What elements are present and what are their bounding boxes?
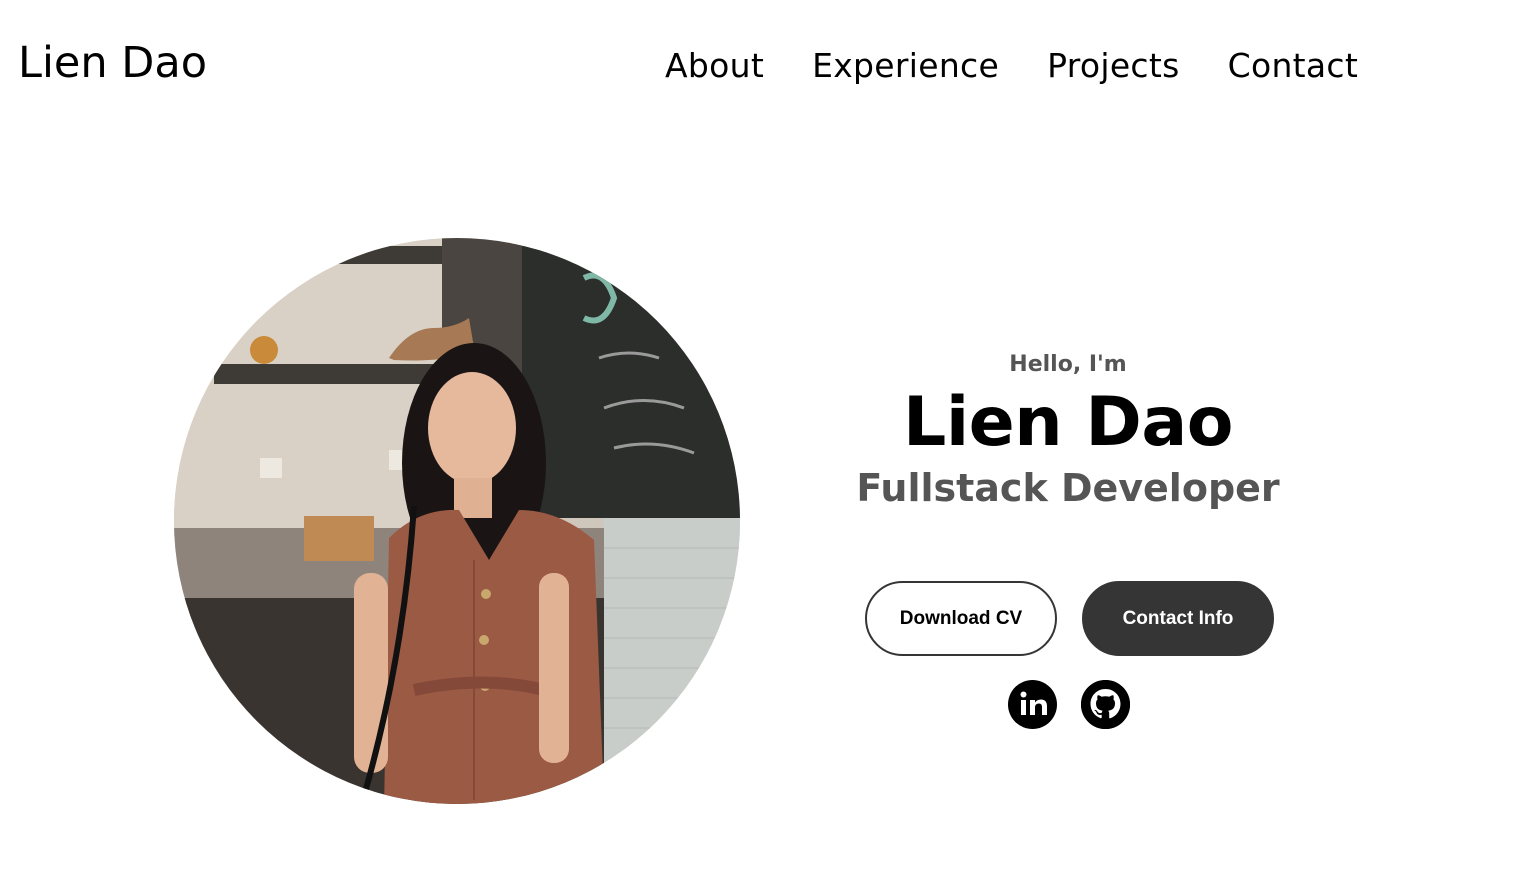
profile-name: Lien Dao xyxy=(903,383,1233,462)
top-nav: Lien Dao About Experience Projects Conta… xyxy=(0,0,1532,138)
nav-item-projects: Projects xyxy=(1047,46,1180,85)
hello-text: Hello, I'm xyxy=(1009,352,1127,377)
nav-item-experience: Experience xyxy=(812,46,999,85)
nav-item-about: About xyxy=(665,46,764,85)
profile-role: Fullstack Developer xyxy=(856,466,1280,510)
nav-item-contact: Contact xyxy=(1228,46,1359,85)
social-links xyxy=(1008,680,1130,729)
contact-info-button[interactable]: Contact Info xyxy=(1082,581,1274,656)
nav-link-experience[interactable]: Experience xyxy=(812,46,999,85)
linkedin-icon[interactable] xyxy=(1008,680,1057,729)
intro-section: Hello, I'm Lien Dao Fullstack Developer xyxy=(840,350,1296,510)
nav-link-projects[interactable]: Projects xyxy=(1047,46,1180,85)
action-buttons: Download CV Contact Info xyxy=(865,581,1274,656)
profile-photo xyxy=(174,238,740,804)
github-icon[interactable] xyxy=(1081,680,1130,729)
nav-link-about[interactable]: About xyxy=(665,46,764,85)
site-logo[interactable]: Lien Dao xyxy=(18,38,207,88)
download-cv-button[interactable]: Download CV xyxy=(865,581,1057,656)
nav-link-contact[interactable]: Contact xyxy=(1228,46,1359,85)
nav-links: About Experience Projects Contact xyxy=(665,46,1358,85)
